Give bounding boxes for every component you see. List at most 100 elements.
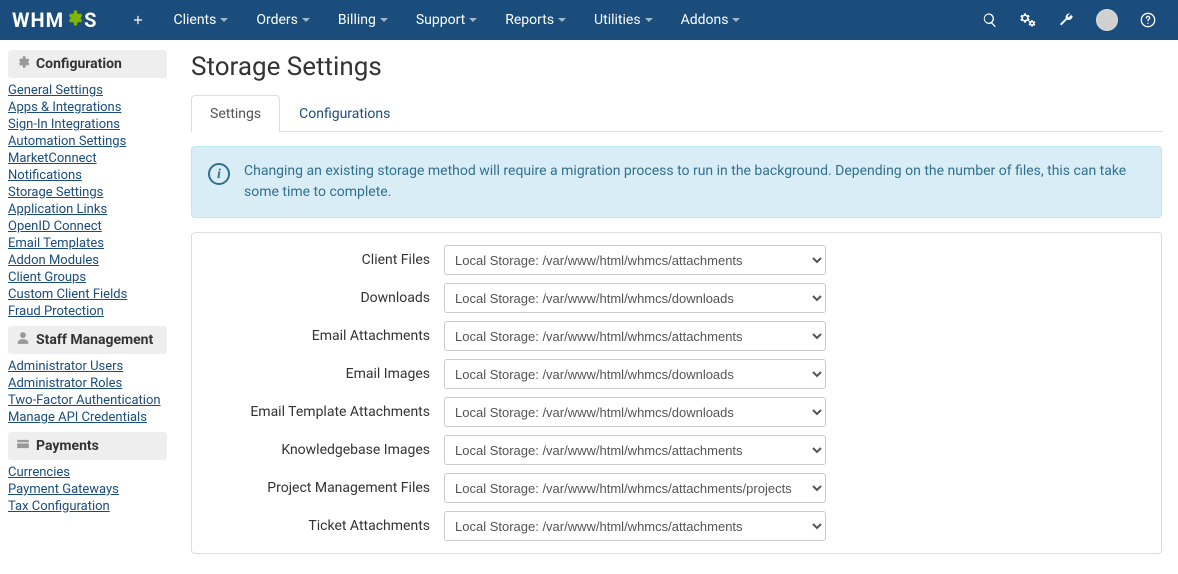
form-control: Local Storage: /var/www/html/whmcs/attac…	[444, 473, 826, 503]
nav-plus[interactable]	[117, 0, 159, 40]
main-content: Storage Settings SettingsConfigurations …	[175, 40, 1178, 574]
settings-panel: Client FilesLocal Storage: /var/www/html…	[191, 232, 1162, 554]
avatar-icon	[1096, 9, 1118, 31]
tools-button[interactable]	[1048, 0, 1084, 40]
sidebar-section-configuration: Configuration	[8, 50, 167, 78]
nav-billing[interactable]: Billing	[324, 0, 402, 40]
user-menu[interactable]	[1086, 0, 1128, 40]
form-control: Local Storage: /var/www/html/whmcs/attac…	[444, 435, 826, 465]
form-row-email-attachments: Email AttachmentsLocal Storage: /var/www…	[192, 317, 1161, 355]
sidebar-link-fraud-protection[interactable]: Fraud Protection	[8, 303, 167, 320]
help-icon	[1140, 12, 1156, 28]
chevron-down-icon	[558, 18, 566, 22]
nav-label: Reports	[505, 12, 554, 28]
form-label: Email Attachments	[204, 328, 444, 344]
brand-logo[interactable]: WHMS	[12, 8, 97, 32]
sidebar-link-general-settings[interactable]: General Settings	[8, 82, 167, 99]
nav-support[interactable]: Support	[402, 0, 491, 40]
sidebar-link-two-factor-authentication[interactable]: Two-Factor Authentication	[8, 392, 167, 409]
chevron-down-icon	[302, 18, 310, 22]
sidebar-link-marketconnect[interactable]: MarketConnect	[8, 150, 167, 167]
storage-select-client-files[interactable]: Local Storage: /var/www/html/whmcs/attac…	[444, 245, 826, 275]
form-control: Local Storage: /var/www/html/whmcs/downl…	[444, 359, 826, 389]
form-row-knowledgebase-images: Knowledgebase ImagesLocal Storage: /var/…	[192, 431, 1161, 469]
help-button[interactable]	[1130, 0, 1166, 40]
storage-select-downloads[interactable]: Local Storage: /var/www/html/whmcs/downl…	[444, 283, 826, 313]
sidebar-section-payments: Payments	[8, 432, 167, 460]
form-control: Local Storage: /var/www/html/whmcs/downl…	[444, 283, 826, 313]
form-row-downloads: DownloadsLocal Storage: /var/www/html/wh…	[192, 279, 1161, 317]
tab-settings[interactable]: Settings	[191, 95, 280, 132]
sidebar-section-title-text: Configuration	[36, 56, 122, 72]
card-icon	[16, 437, 30, 455]
nav-reports[interactable]: Reports	[491, 0, 580, 40]
form-control: Local Storage: /var/www/html/whmcs/downl…	[444, 397, 826, 427]
chevron-down-icon	[469, 18, 477, 22]
form-control: Local Storage: /var/www/html/whmcs/attac…	[444, 511, 826, 541]
nav-label: Orders	[256, 12, 298, 28]
chevron-down-icon	[220, 18, 228, 22]
sidebar-link-storage-settings[interactable]: Storage Settings	[8, 184, 167, 201]
nav-utilities[interactable]: Utilities	[580, 0, 667, 40]
sidebar: Configuration General SettingsApps & Inte…	[0, 40, 175, 574]
nav-clients[interactable]: Clients	[159, 0, 242, 40]
sidebar-link-automation-settings[interactable]: Automation Settings	[8, 133, 167, 150]
form-row-project-management-files: Project Management FilesLocal Storage: /…	[192, 469, 1161, 507]
form-label: Client Files	[204, 252, 444, 268]
sidebar-link-addon-modules[interactable]: Addon Modules	[8, 252, 167, 269]
form-label: Email Images	[204, 366, 444, 382]
storage-select-email-attachments[interactable]: Local Storage: /var/www/html/whmcs/attac…	[444, 321, 826, 351]
nav-left: Clients Orders Billing Support Reports Utilit…	[117, 0, 754, 40]
chevron-down-icon	[732, 18, 740, 22]
info-icon: i	[208, 163, 230, 185]
nav-orders[interactable]: Orders	[242, 0, 324, 40]
chevron-down-icon	[645, 18, 653, 22]
sidebar-link-administrator-users[interactable]: Administrator Users	[8, 358, 167, 375]
sidebar-link-notifications[interactable]: Notifications	[8, 167, 167, 184]
storage-select-ticket-attachments[interactable]: Local Storage: /var/www/html/whmcs/attac…	[444, 511, 826, 541]
sidebar-link-administrator-roles[interactable]: Administrator Roles	[8, 375, 167, 392]
nav-label: Clients	[173, 12, 216, 28]
sidebar-link-openid-connect[interactable]: OpenID Connect	[8, 218, 167, 235]
tabs: SettingsConfigurations	[191, 94, 1162, 132]
sidebar-link-client-groups[interactable]: Client Groups	[8, 269, 167, 286]
sidebar-link-application-links[interactable]: Application Links	[8, 201, 167, 218]
sidebar-link-custom-client-fields[interactable]: Custom Client Fields	[8, 286, 167, 303]
form-label: Ticket Attachments	[204, 518, 444, 534]
form-row-ticket-attachments: Ticket AttachmentsLocal Storage: /var/ww…	[192, 507, 1161, 545]
sidebar-section-staff-management: Staff Management	[8, 326, 167, 354]
wrench-icon	[1058, 12, 1074, 28]
search-icon	[982, 12, 998, 28]
form-label: Knowledgebase Images	[204, 442, 444, 458]
info-alert: i Changing an existing storage method wi…	[191, 146, 1162, 218]
gear-icon	[65, 8, 83, 32]
storage-select-email-images[interactable]: Local Storage: /var/www/html/whmcs/downl…	[444, 359, 826, 389]
alert-text: Changing an existing storage method will…	[244, 161, 1145, 203]
storage-select-project-management-files[interactable]: Local Storage: /var/www/html/whmcs/attac…	[444, 473, 826, 503]
nav-right	[972, 0, 1166, 40]
form-control: Local Storage: /var/www/html/whmcs/attac…	[444, 245, 826, 275]
sidebar-link-apps-integrations[interactable]: Apps & Integrations	[8, 99, 167, 116]
nav-addons[interactable]: Addons	[667, 0, 755, 40]
sidebar-link-tax-configuration[interactable]: Tax Configuration	[8, 498, 167, 515]
top-navbar: WHMS Clients Orders Billing Support Reports U…	[0, 0, 1178, 40]
sidebar-link-email-templates[interactable]: Email Templates	[8, 235, 167, 252]
brand-pre: WHM	[12, 8, 64, 32]
sidebar-link-currencies[interactable]: Currencies	[8, 464, 167, 481]
tab-configurations[interactable]: Configurations	[280, 95, 409, 132]
user-icon	[16, 331, 30, 349]
settings-button[interactable]	[1010, 0, 1046, 40]
sidebar-link-sign-in-integrations[interactable]: Sign-In Integrations	[8, 116, 167, 133]
form-label: Project Management Files	[204, 480, 444, 496]
storage-select-knowledgebase-images[interactable]: Local Storage: /var/www/html/whmcs/attac…	[444, 435, 826, 465]
storage-select-email-template-attachments[interactable]: Local Storage: /var/www/html/whmcs/downl…	[444, 397, 826, 427]
gears-icon	[1020, 12, 1036, 28]
nav-label: Support	[416, 12, 465, 28]
form-control: Local Storage: /var/www/html/whmcs/attac…	[444, 321, 826, 351]
form-row-email-images: Email ImagesLocal Storage: /var/www/html…	[192, 355, 1161, 393]
sidebar-link-payment-gateways[interactable]: Payment Gateways	[8, 481, 167, 498]
search-button[interactable]	[972, 0, 1008, 40]
form-label: Downloads	[204, 290, 444, 306]
sidebar-link-manage-api-credentials[interactable]: Manage API Credentials	[8, 409, 167, 426]
chevron-down-icon	[380, 18, 388, 22]
